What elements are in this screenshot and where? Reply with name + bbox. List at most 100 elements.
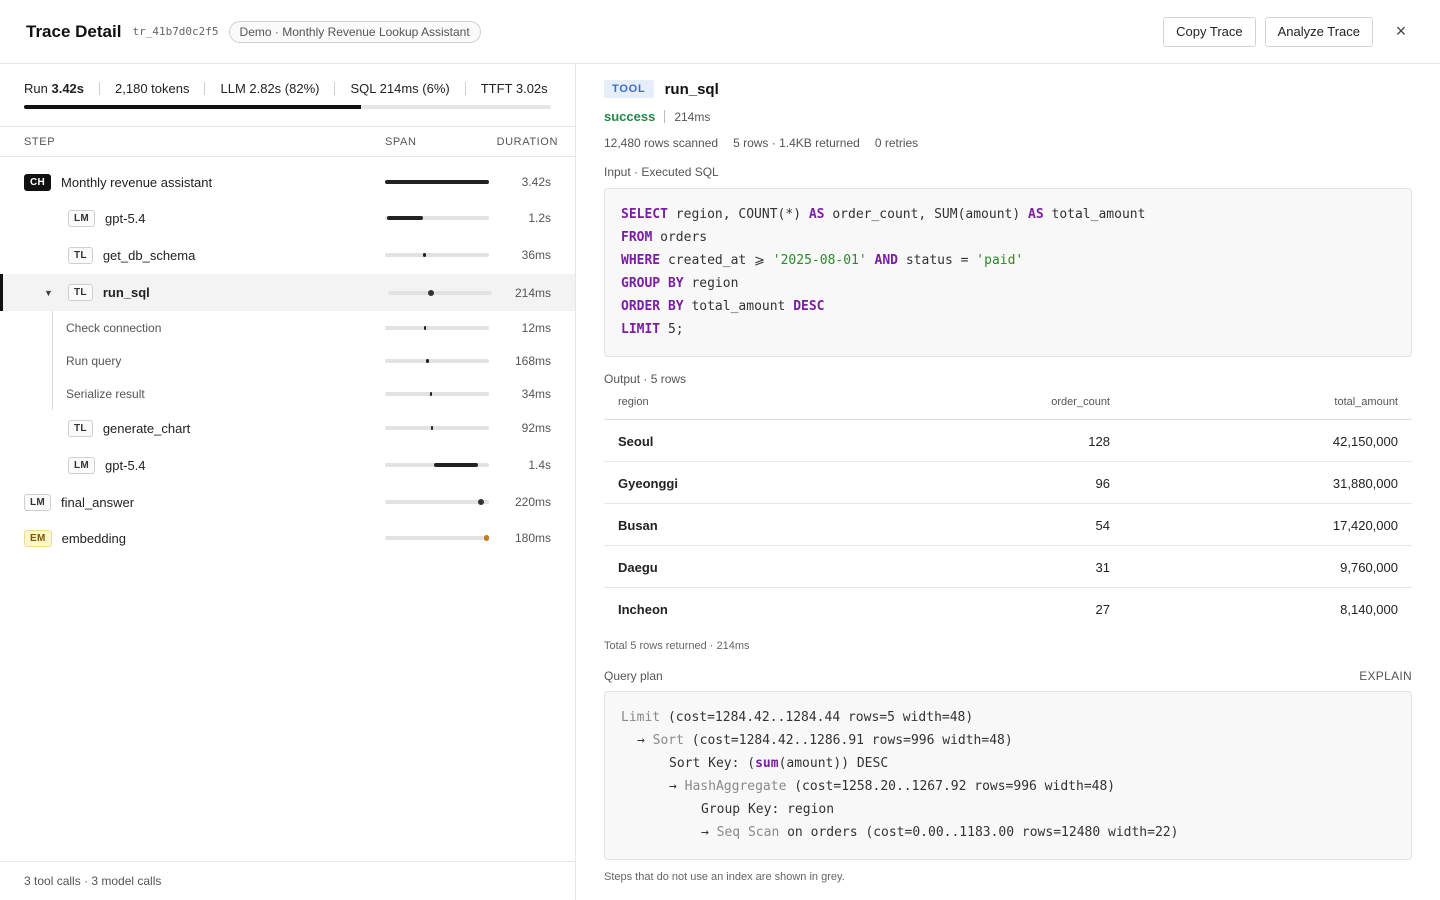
steps-summary: 3 tool calls · 3 model calls [0, 861, 575, 900]
sql-keyword: LIMIT [621, 322, 661, 337]
copy-trace-button[interactable]: Copy Trace [1163, 16, 1256, 47]
span-bar [385, 180, 489, 184]
output-table-header: region order_count total_amount [604, 387, 1412, 420]
rows-returned: 5 rows · 1.4KB returned [733, 136, 860, 150]
cell-region: Seoul [618, 434, 654, 449]
plan-node: HashAggregate [684, 779, 787, 794]
detail-duration: 214ms [674, 109, 711, 124]
cell-order-count: 128 [1088, 434, 1110, 449]
sql-text: 5; [660, 322, 684, 337]
column-region: region [618, 396, 649, 408]
table-row: Busan 54 17,420,000 [604, 504, 1412, 546]
header-actions: Copy Trace Analyze Trace × [1163, 16, 1414, 47]
sql-keyword: FROM [621, 230, 653, 245]
divider [99, 81, 101, 95]
span-fill [426, 359, 429, 363]
step-row-selected[interactable]: ▼ TL run_sql 214ms [0, 274, 575, 311]
step-name: final_answer [61, 494, 135, 510]
cell-region: Incheon [618, 602, 668, 617]
span-fill [431, 426, 433, 430]
sql-text: region, COUNT(*) [667, 207, 809, 222]
arrow-icon: → [669, 779, 685, 794]
step-name: get_db_schema [102, 247, 196, 263]
trace-id: tr_41b7d0c2f5 [132, 25, 219, 38]
span-fill [428, 290, 434, 296]
span-bar [385, 326, 489, 330]
sub-step-row[interactable]: Serialize result 34ms [0, 377, 575, 410]
run-stats: Run 3.42s 2,180 tokens LLM 2.82s (82%) S… [0, 64, 575, 126]
run-progress-bar [24, 105, 551, 109]
sql-keyword: AS [1028, 207, 1044, 222]
column-step: STEP [24, 136, 56, 148]
sub-step-name: Run query [66, 353, 122, 368]
tool-name: run_sql [664, 80, 719, 98]
span-fill [424, 326, 426, 330]
plan-line: → Sort (cost=1284.42..1286.91 rows=996 w… [637, 733, 1013, 748]
step-badge: LM [24, 493, 52, 511]
step-badge: TL [68, 284, 93, 301]
step-badge: LM [68, 456, 96, 474]
span-bar [385, 463, 489, 467]
span-bar [385, 426, 489, 430]
column-span: SPAN [385, 136, 417, 148]
plan-node: Sort [652, 733, 684, 748]
cell-total-amount: 17,420,000 [1332, 518, 1398, 533]
sql-text: total_amount [683, 299, 794, 314]
step-detail-pane: TOOL run_sql success 214ms 12,480 rows s… [576, 64, 1440, 900]
plan-line: Sort Key: (sum(amount)) DESC [669, 756, 888, 771]
step-badge: TL [68, 246, 93, 264]
step-duration: 168ms [514, 353, 551, 368]
step-duration: 12ms [521, 320, 551, 335]
step-duration: 1.4s [528, 458, 551, 472]
arrow-icon: → [637, 733, 653, 748]
sub-step-row[interactable]: Check connection 12ms [0, 311, 575, 344]
step-row[interactable]: LM gpt-5.4 1.2s [0, 200, 575, 236]
cell-total-amount: 9,760,000 [1340, 560, 1398, 575]
query-plan-block[interactable]: Limit (cost=1284.42..1284.44 rows=5 widt… [604, 691, 1412, 860]
explain-toggle[interactable]: EXPLAIN [1359, 669, 1412, 683]
sql-string: '2025-08-01' [772, 253, 867, 268]
step-row[interactable]: LM gpt-5.4 1.4s [0, 447, 575, 483]
plan-text: (cost=1284.42..1284.44 rows=5 width=48) [660, 710, 974, 725]
span-fill [423, 253, 426, 257]
llm-time: LLM 2.82s (82%) [220, 80, 320, 96]
plan-footnote: Steps that do not use an index are shown… [604, 871, 845, 883]
step-badge: LM [68, 209, 96, 227]
plan-line: → Seq Scan on orders (cost=0.00..1183.00… [701, 825, 1178, 840]
sql-keyword: AND [866, 253, 899, 268]
plan-line: → HashAggregate (cost=1258.20..1267.92 r… [669, 779, 1115, 794]
cell-order-count: 31 [1095, 560, 1110, 575]
plan-line: Group Key: region [701, 802, 834, 817]
sql-line: LIMIT 5; [621, 322, 684, 337]
span-fill [484, 535, 489, 541]
sub-step-row[interactable]: Run query 168ms [0, 344, 575, 377]
close-icon[interactable]: × [1388, 19, 1414, 45]
divider [334, 81, 336, 95]
collapse-caret-icon[interactable]: ▼ [44, 288, 53, 298]
sql-keyword: AS [808, 207, 825, 222]
step-row[interactable]: TL get_db_schema 36ms [0, 237, 575, 273]
run-duration: Run 3.42s [24, 81, 84, 96]
step-row[interactable]: LM final_answer 220ms [0, 484, 575, 520]
step-name: gpt-5.4 [105, 457, 146, 473]
span-bar [385, 216, 489, 220]
step-row[interactable]: TL generate_chart 92ms [0, 410, 575, 446]
table-row: Gyeonggi 96 31,880,000 [604, 462, 1412, 504]
totals-summary: Total 5 rows returned · 214ms [604, 640, 750, 652]
sql-line: WHERE created_at ⩾ '2025-08-01' AND stat… [621, 253, 1023, 268]
plan-node: Limit [621, 710, 661, 725]
analyze-trace-button[interactable]: Analyze Trace [1264, 16, 1373, 47]
sql-line: ORDER BY total_amount DESC [621, 299, 825, 314]
step-duration: 220ms [514, 495, 551, 509]
step-name: embedding [61, 530, 126, 546]
divider [204, 81, 206, 95]
span-fill [478, 499, 484, 505]
step-row[interactable]: CH Monthly revenue assistant 3.42s [0, 164, 575, 200]
step-badge: CH [24, 173, 52, 191]
step-row[interactable]: EM embedding 180ms [0, 520, 575, 556]
tool-tag: TOOL [604, 80, 654, 98]
sql-code-block[interactable]: SELECT region, COUNT(*) AS order_count, … [604, 188, 1412, 357]
cell-order-count: 54 [1095, 518, 1110, 533]
column-duration: DURATION [496, 136, 558, 148]
cell-region: Gyeonggi [618, 476, 678, 491]
